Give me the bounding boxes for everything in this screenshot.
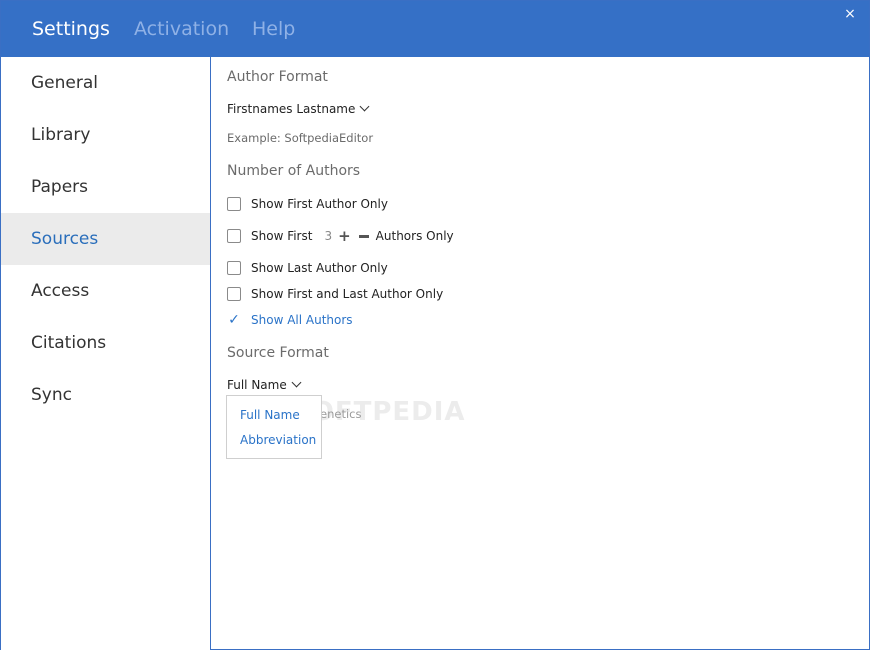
sidebar-item-citations[interactable]: Citations xyxy=(1,317,210,369)
plus-icon[interactable]: + xyxy=(338,227,351,245)
option-label: Show All Authors xyxy=(251,313,353,327)
option-label: Show First and Last Author Only xyxy=(251,287,444,301)
checkbox[interactable] xyxy=(227,197,241,211)
close-icon[interactable]: × xyxy=(839,5,861,23)
sidebar-item-access[interactable]: Access xyxy=(1,265,210,317)
popup-item-abbreviation[interactable]: Abbreviation xyxy=(240,433,316,447)
sidebar-item-papers[interactable]: Papers xyxy=(1,161,210,213)
tab-help[interactable]: Help xyxy=(252,18,295,40)
option-first-author-only[interactable]: Show First Author Only xyxy=(227,195,388,213)
popup-item-full-name[interactable]: Full Name xyxy=(240,408,300,422)
author-format-dropdown[interactable]: Firstnames Lastname xyxy=(227,101,370,116)
option-all-authors[interactable]: ✓ Show All Authors xyxy=(227,311,353,329)
option-last-author-only[interactable]: Show Last Author Only xyxy=(227,259,388,277)
author-format-example: Example: SoftpediaEditor xyxy=(227,131,374,145)
option-label: Show First Author Only xyxy=(251,197,388,211)
sidebar-item-sources[interactable]: Sources xyxy=(1,213,210,265)
sidebar-item-general[interactable]: General xyxy=(1,57,210,109)
minus-icon[interactable] xyxy=(358,234,369,238)
settings-window: Settings Activation Help × General Libra… xyxy=(0,0,870,650)
number-of-authors-heading: Number of Authors xyxy=(227,163,361,179)
chevron-down-icon xyxy=(291,377,302,388)
checkmark-icon: ✓ xyxy=(228,312,240,328)
tab-settings[interactable]: Settings xyxy=(32,18,110,40)
option-label: Show Last Author Only xyxy=(251,261,388,275)
sidebar: General Library Papers Sources Access Ci… xyxy=(1,57,211,650)
checkbox[interactable] xyxy=(227,261,241,275)
source-format-popup: Full Name Abbreviation xyxy=(226,395,322,459)
example-partial-text: enetics xyxy=(320,407,362,421)
settings-content: Author Format Firstnames Lastname Exampl… xyxy=(212,57,869,650)
author-format-heading: Author Format xyxy=(227,69,328,85)
source-format-value: Full Name xyxy=(227,378,287,392)
checkbox[interactable] xyxy=(227,229,241,243)
source-format-dropdown[interactable]: Full Name xyxy=(227,377,302,392)
sidebar-item-sync[interactable]: Sync xyxy=(1,369,210,421)
author-count-value[interactable]: 3 xyxy=(324,229,332,243)
title-bar: Settings Activation Help × xyxy=(1,1,869,57)
checkbox[interactable] xyxy=(227,287,241,301)
source-format-heading: Source Format xyxy=(227,345,329,361)
tab-activation[interactable]: Activation xyxy=(134,18,229,40)
option-label-suffix: Authors Only xyxy=(375,229,454,243)
option-label: Show First xyxy=(251,229,313,243)
sidebar-item-library[interactable]: Library xyxy=(1,109,210,161)
author-format-value: Firstnames Lastname xyxy=(227,102,356,116)
chevron-down-icon xyxy=(359,101,370,112)
option-show-first-n[interactable]: Show First 3 + Authors Only xyxy=(227,227,454,245)
option-first-and-last[interactable]: Show First and Last Author Only xyxy=(227,285,443,303)
